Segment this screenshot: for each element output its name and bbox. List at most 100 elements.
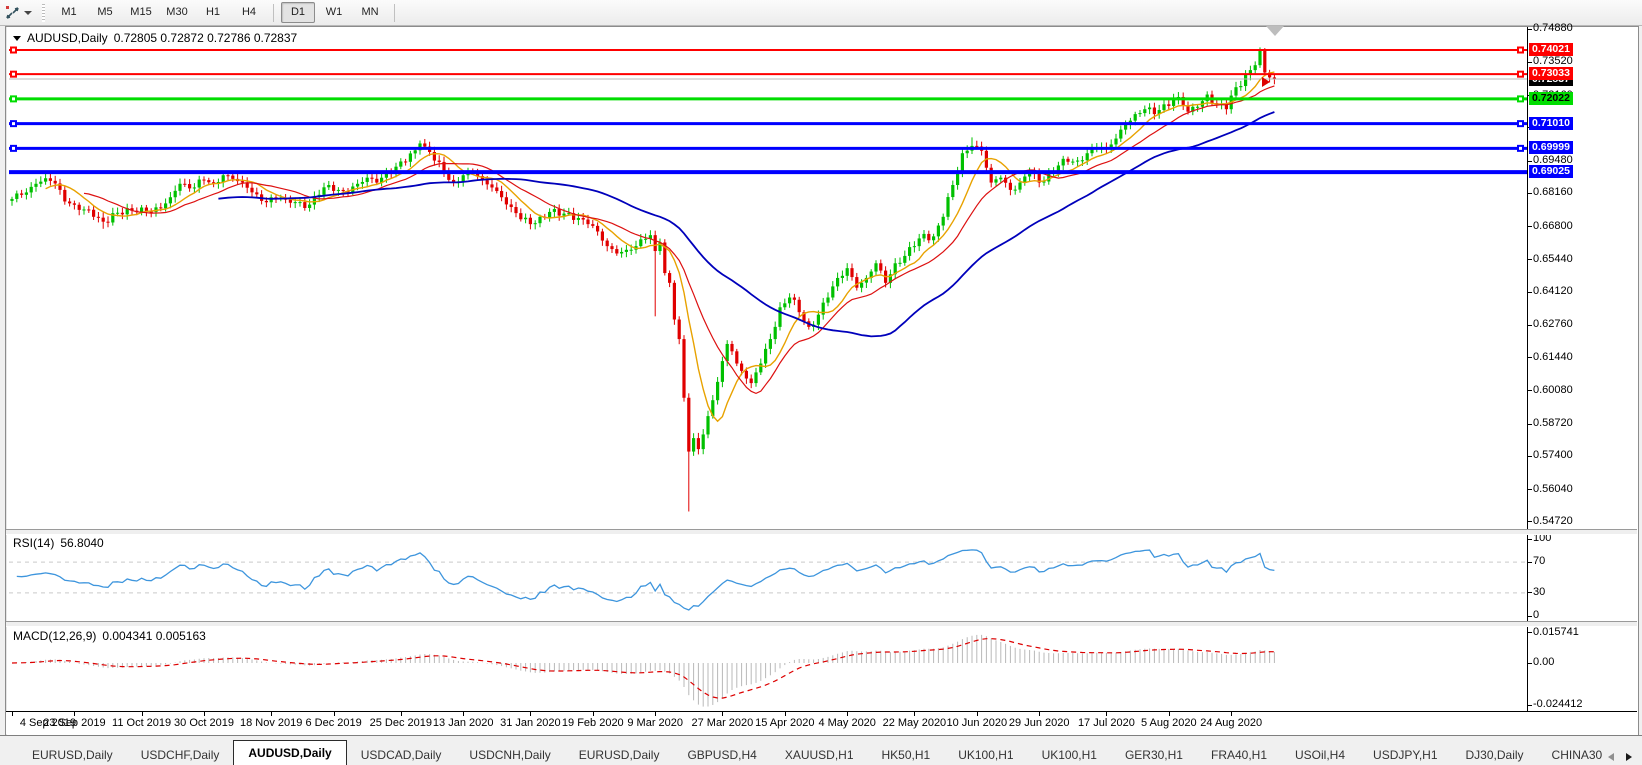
timeframe-button-m15[interactable]: M15 xyxy=(124,2,158,23)
hline-0.73033[interactable] xyxy=(9,71,1527,78)
candle xyxy=(596,222,599,235)
candle xyxy=(495,182,498,193)
timeframe-button-m1[interactable]: M1 xyxy=(52,2,86,23)
price-axis-tick: 0.57400 xyxy=(1533,449,1573,461)
timeframe-button-w1[interactable]: W1 xyxy=(317,2,351,23)
rsi-tick-mark xyxy=(1527,616,1532,617)
timeframe-button-m30[interactable]: M30 xyxy=(160,2,194,23)
tab-eurusd-daily-5[interactable]: EURUSD,Daily xyxy=(565,744,674,765)
candle xyxy=(126,204,129,220)
pane-splitter-macd[interactable] xyxy=(6,621,1637,627)
candle xyxy=(692,433,695,456)
candle xyxy=(438,155,441,167)
price-axis-tick: 0.54720 xyxy=(1533,515,1573,527)
chart-shift-marker-icon[interactable] xyxy=(1266,26,1284,36)
hline-0.74021[interactable] xyxy=(9,47,1527,54)
tab-xauusd-h1-7[interactable]: XAUUSD,H1 xyxy=(771,744,868,765)
price-level-label-0.72022: 0.72022 xyxy=(1529,92,1573,105)
tab-usdcad-daily-3[interactable]: USDCAD,Daily xyxy=(347,744,456,765)
rsi-value: 56.8040 xyxy=(60,536,103,550)
candle xyxy=(946,193,949,220)
hline-0.72022[interactable] xyxy=(9,95,1527,102)
tab-china300-h1-16[interactable]: CHINA300,H1 xyxy=(1538,744,1602,765)
tab-usdcnh-daily-4[interactable]: USDCNH,Daily xyxy=(455,744,564,765)
macd-axis-tick: 0.00 xyxy=(1533,656,1554,668)
candle xyxy=(927,231,930,244)
candle xyxy=(572,208,575,224)
candle xyxy=(548,208,551,221)
candle xyxy=(783,299,786,310)
candle xyxy=(178,178,181,195)
macd-histogram xyxy=(12,635,1274,707)
time-tick-mark xyxy=(977,712,978,716)
crosshair-cursor-icon[interactable] xyxy=(4,4,22,22)
candle xyxy=(39,176,42,187)
candle xyxy=(850,264,853,281)
candle xyxy=(97,212,100,222)
candle xyxy=(1249,66,1252,81)
macd-values: 0.004341 0.005163 xyxy=(102,629,205,643)
candle xyxy=(1254,61,1257,74)
time-axis[interactable]: 4 Sep 201923 Sep 201911 Oct 201930 Oct 2… xyxy=(6,712,1637,734)
candle xyxy=(87,206,90,213)
candle xyxy=(140,205,143,215)
candle xyxy=(1071,159,1074,165)
tab-uk100-h1-9[interactable]: UK100,H1 xyxy=(944,744,1027,765)
tab-fra40-h1-12[interactable]: FRA40,H1 xyxy=(1197,744,1281,765)
chart-title-caret-icon[interactable] xyxy=(13,36,21,41)
candle xyxy=(174,185,177,202)
hline-0.71010[interactable] xyxy=(9,120,1527,127)
candle xyxy=(615,245,618,256)
candle xyxy=(730,341,733,355)
pane-splitter-rsi[interactable] xyxy=(6,529,1637,535)
hline-0.69999[interactable] xyxy=(9,145,1527,152)
candle xyxy=(255,188,258,198)
candle xyxy=(558,204,561,220)
macd-tick-mark xyxy=(1527,705,1532,706)
candle xyxy=(25,188,28,199)
candle xyxy=(769,334,772,355)
candle xyxy=(510,199,513,212)
timeframe-toolbar: M1M5M15M30H1H4 D1W1MN xyxy=(0,0,1642,26)
tab-uk100-h1-10[interactable]: UK100,H1 xyxy=(1028,744,1111,765)
time-tick-mark xyxy=(785,712,786,716)
rsi-title-label: RSI(14) xyxy=(13,536,54,550)
candle xyxy=(327,181,330,190)
scroll-left-icon[interactable] xyxy=(1608,753,1614,761)
candle xyxy=(10,197,13,206)
scroll-right-icon[interactable] xyxy=(1626,753,1632,761)
timeframe-button-m5[interactable]: M5 xyxy=(88,2,122,23)
candle xyxy=(20,190,23,198)
candle xyxy=(15,191,18,203)
candle xyxy=(409,151,412,167)
candle xyxy=(990,164,993,187)
candle xyxy=(54,176,57,189)
tab-eurusd-daily-0[interactable]: EURUSD,Daily xyxy=(18,744,127,765)
candlesticks xyxy=(10,47,1276,511)
tab-usoil-h4-13[interactable]: USOil,H4 xyxy=(1281,744,1359,765)
tab-dj30-daily-15[interactable]: DJ30,Daily xyxy=(1452,744,1538,765)
timeframe-button-mn[interactable]: MN xyxy=(353,2,387,23)
tab-audusd-daily-2[interactable]: AUDUSD,Daily xyxy=(233,740,346,765)
timeframe-button-d1[interactable]: D1 xyxy=(281,2,315,23)
candle xyxy=(1158,105,1161,119)
candle xyxy=(30,182,33,198)
timeframe-button-h4[interactable]: H4 xyxy=(232,2,266,23)
time-tick-mark xyxy=(655,712,656,716)
candle xyxy=(202,176,205,184)
toolbar-grip-handle[interactable] xyxy=(42,4,45,22)
tab-usdchf-daily-1[interactable]: USDCHF,Daily xyxy=(127,744,234,765)
candle xyxy=(1167,99,1170,109)
tab-hk50-h1-8[interactable]: HK50,H1 xyxy=(868,744,945,765)
tab-gbpusd-h4-6[interactable]: GBPUSD,H4 xyxy=(673,744,770,765)
chart-tabs: EURUSD,DailyUSDCHF,DailyAUDUSD,DailyUSDC… xyxy=(18,740,1602,765)
candle xyxy=(534,220,537,229)
tab-usdjpy-h1-14[interactable]: USDJPY,H1 xyxy=(1359,744,1451,765)
candle xyxy=(303,197,306,211)
timeframe-button-h1[interactable]: H1 xyxy=(196,2,230,23)
candle xyxy=(697,433,700,455)
time-axis-label: 24 Aug 2020 xyxy=(1191,717,1271,729)
candle xyxy=(102,212,105,228)
tab-ger30-h1-11[interactable]: GER30,H1 xyxy=(1111,744,1197,765)
chevron-down-icon[interactable] xyxy=(24,11,32,15)
